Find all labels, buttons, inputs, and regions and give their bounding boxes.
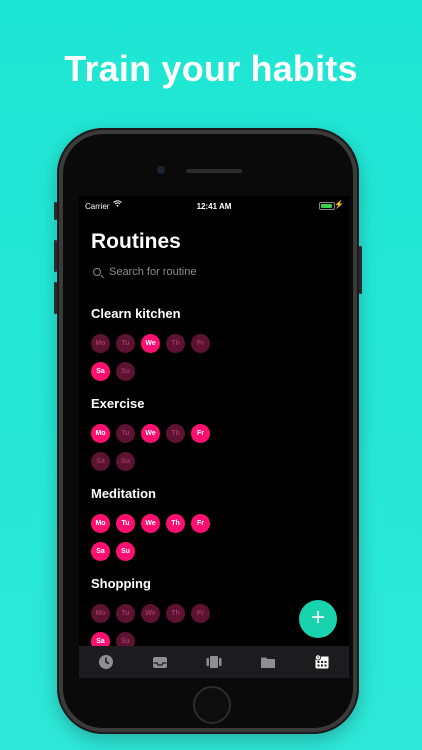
routine-item[interactable]: Clearn kitchen Mo Tu We Th Fr Sa Su	[91, 306, 341, 388]
routine-name: Exercise	[91, 396, 145, 411]
day-toggle-mo[interactable]: Mo	[91, 604, 110, 623]
day-toggle-we[interactable]: We	[141, 604, 160, 623]
day-toggle-we[interactable]: We	[141, 424, 160, 443]
day-toggle-fr[interactable]: Fr	[191, 514, 210, 533]
tab-cards[interactable]	[203, 651, 225, 673]
day-toggle-th[interactable]: Th	[166, 514, 185, 533]
tab-clock[interactable]	[95, 651, 117, 673]
day-toggle-sa[interactable]: Sa	[91, 542, 110, 561]
routine-item[interactable]: Meditation Mo Tu We Th Fr Sa Su	[91, 486, 341, 568]
status-bar: Carrier 12:41 AM ⚡	[79, 196, 349, 214]
home-button[interactable]	[193, 686, 231, 724]
add-routine-button[interactable]: +	[299, 600, 337, 638]
day-toggle-su[interactable]: Su	[116, 542, 135, 561]
routine-name: Clearn kitchen	[91, 306, 181, 321]
day-toggle-su[interactable]: Su	[116, 452, 135, 471]
day-toggle-th[interactable]: Th	[166, 424, 185, 443]
tab-calendar[interactable]	[311, 651, 333, 673]
tab-folder[interactable]	[257, 651, 279, 673]
day-toggle-su[interactable]: Su	[116, 362, 135, 381]
routine-days: Mo Tu We Th Fr Sa Su	[91, 422, 221, 478]
headline: Train your habits	[64, 48, 358, 89]
routine-name: Meditation	[91, 486, 156, 501]
day-toggle-fr[interactable]: Fr	[191, 334, 210, 353]
inbox-icon	[153, 657, 167, 668]
search-icon	[93, 268, 101, 276]
clock-icon	[99, 655, 113, 669]
volume-down-button	[54, 282, 57, 314]
charging-bolt-icon: ⚡	[334, 200, 344, 209]
search-placeholder: Search for routine	[109, 266, 197, 278]
day-toggle-mo[interactable]: Mo	[91, 424, 110, 443]
day-toggle-tu[interactable]: Tu	[116, 604, 135, 623]
page-title: Routines	[91, 230, 181, 253]
power-button	[359, 246, 362, 294]
day-toggle-tu[interactable]: Tu	[116, 424, 135, 443]
tab-bar	[79, 646, 349, 678]
routine-days: Mo Tu We Th Fr Sa Su	[91, 512, 221, 568]
battery-icon	[319, 202, 335, 210]
phone-bezel: Carrier 12:41 AM ⚡ Routines Search for r…	[63, 134, 353, 728]
day-toggle-tu[interactable]: Tu	[116, 514, 135, 533]
routine-name: Shopping	[91, 576, 151, 591]
front-camera	[157, 166, 165, 174]
folder-icon	[261, 657, 275, 668]
silent-switch	[54, 202, 57, 220]
day-toggle-sa[interactable]: Sa	[91, 362, 110, 381]
day-toggle-sa[interactable]: Sa	[91, 452, 110, 471]
day-toggle-th[interactable]: Th	[166, 604, 185, 623]
day-toggle-we[interactable]: We	[141, 334, 160, 353]
cards-icon	[206, 656, 222, 668]
tab-inbox[interactable]	[149, 651, 171, 673]
earpiece-speaker	[186, 169, 242, 173]
day-toggle-mo[interactable]: Mo	[91, 334, 110, 353]
search-input[interactable]: Search for routine	[93, 266, 333, 284]
day-toggle-tu[interactable]: Tu	[116, 334, 135, 353]
calendar-icon	[315, 654, 329, 669]
phone-frame: Carrier 12:41 AM ⚡ Routines Search for r…	[54, 128, 362, 734]
app-screen: Carrier 12:41 AM ⚡ Routines Search for r…	[79, 196, 349, 678]
routine-days: Mo Tu We Th Fr Sa Su	[91, 332, 221, 388]
day-toggle-fr[interactable]: Fr	[191, 424, 210, 443]
day-toggle-th[interactable]: Th	[166, 334, 185, 353]
day-toggle-fr[interactable]: Fr	[191, 604, 210, 623]
day-toggle-mo[interactable]: Mo	[91, 514, 110, 533]
routine-item[interactable]: Exercise Mo Tu We Th Fr Sa Su	[91, 396, 341, 478]
day-toggle-we[interactable]: We	[141, 514, 160, 533]
volume-up-button	[54, 240, 57, 272]
clock-time: 12:41 AM	[196, 202, 232, 211]
